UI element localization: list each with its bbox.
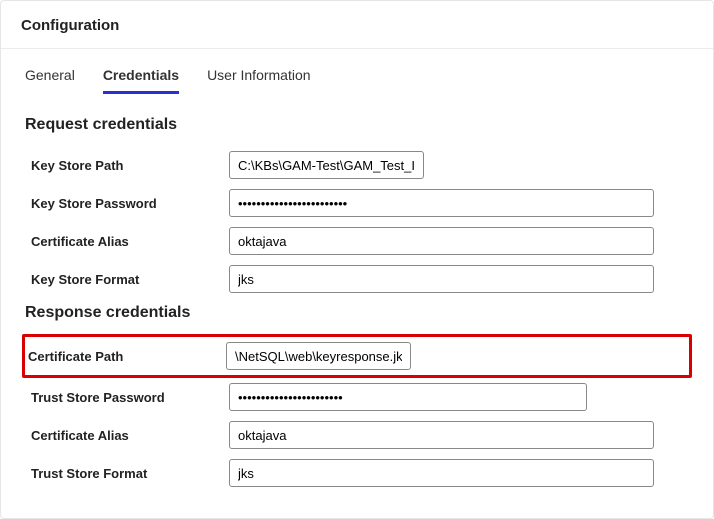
row-request-cert-alias: Certificate Alias	[25, 222, 689, 260]
input-trust-store-password[interactable]	[229, 383, 587, 411]
row-trust-store-password: Trust Store Password	[25, 378, 689, 416]
panel-content: General Credentials User Information Req…	[1, 49, 713, 500]
label-key-store-format: Key Store Format	[31, 272, 229, 287]
input-trust-store-format[interactable]	[229, 459, 654, 487]
row-response-cert-alias: Certificate Alias	[25, 416, 689, 454]
label-certificate-path: Certificate Path	[28, 349, 226, 364]
tab-user-information[interactable]: User Information	[207, 63, 310, 94]
tab-general[interactable]: General	[25, 63, 75, 94]
configuration-panel: Configuration General Credentials User I…	[0, 0, 714, 519]
input-key-store-format[interactable]	[229, 265, 654, 293]
label-key-store-password: Key Store Password	[31, 196, 229, 211]
input-request-cert-alias[interactable]	[229, 227, 654, 255]
tab-bar: General Credentials User Information	[25, 63, 689, 94]
label-trust-store-password: Trust Store Password	[31, 390, 229, 405]
input-certificate-path[interactable]	[226, 342, 411, 370]
label-key-store-path: Key Store Path	[31, 158, 229, 173]
request-section-title: Request credentials	[25, 116, 689, 134]
input-key-store-path[interactable]	[229, 151, 424, 179]
row-certificate-path: Certificate Path	[22, 334, 692, 378]
row-key-store-format: Key Store Format	[25, 260, 689, 298]
panel-title: Configuration	[1, 1, 713, 49]
label-request-cert-alias: Certificate Alias	[31, 234, 229, 249]
row-key-store-path: Key Store Path	[25, 146, 689, 184]
tab-credentials[interactable]: Credentials	[103, 63, 179, 94]
input-response-cert-alias[interactable]	[229, 421, 654, 449]
response-section-title: Response credentials	[25, 304, 689, 322]
row-key-store-password: Key Store Password	[25, 184, 689, 222]
label-response-cert-alias: Certificate Alias	[31, 428, 229, 443]
row-trust-store-format: Trust Store Format	[25, 454, 689, 492]
input-key-store-password[interactable]	[229, 189, 654, 217]
label-trust-store-format: Trust Store Format	[31, 466, 229, 481]
